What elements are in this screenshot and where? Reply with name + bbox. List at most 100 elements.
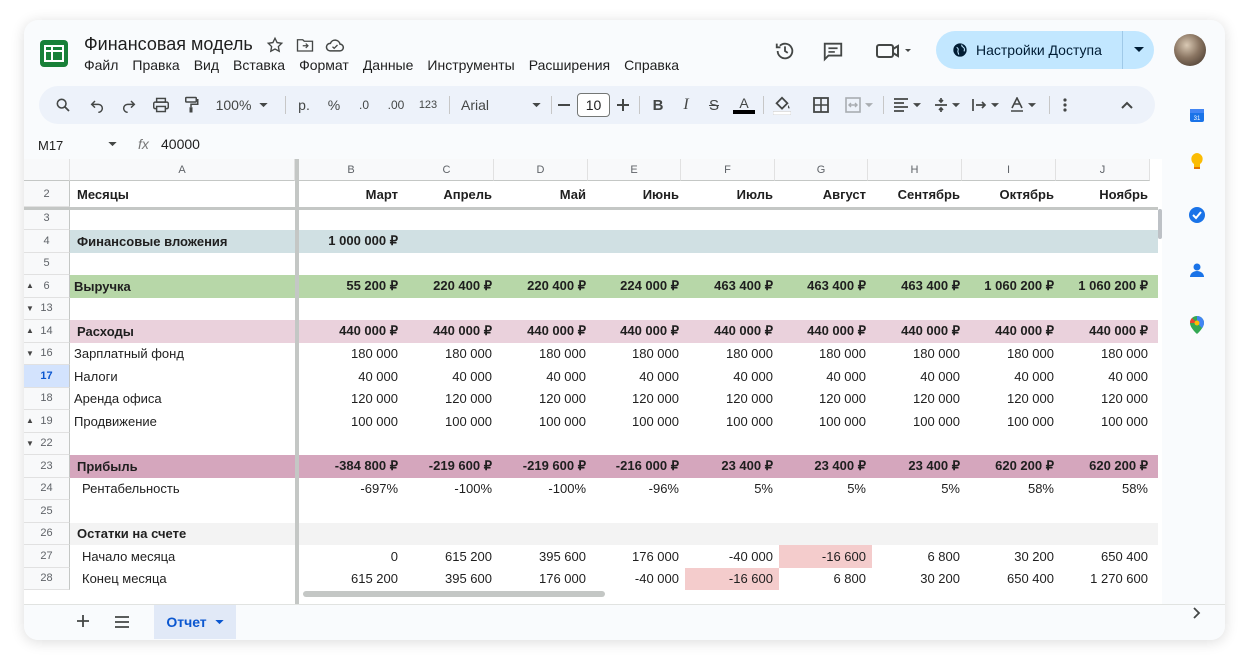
table-cell[interactable] bbox=[404, 230, 498, 253]
text-color-icon[interactable]: A bbox=[731, 86, 757, 124]
frozen-column-divider[interactable] bbox=[295, 159, 299, 604]
row-label[interactable] bbox=[70, 433, 295, 456]
keep-icon[interactable] bbox=[1187, 151, 1207, 171]
zoom-select[interactable]: 100% bbox=[211, 86, 273, 124]
all-sheets-icon[interactable] bbox=[114, 615, 130, 633]
table-cell[interactable]: 650 400 bbox=[966, 568, 1060, 591]
table-cell[interactable]: Ноябрь bbox=[1060, 181, 1154, 207]
table-cell[interactable]: 100 000 bbox=[303, 410, 404, 433]
menu-insert[interactable]: Вставка bbox=[233, 57, 285, 73]
table-cell[interactable]: 395 600 bbox=[498, 545, 592, 568]
name-box-dropdown-icon[interactable] bbox=[108, 142, 117, 147]
table-cell[interactable]: 40 000 bbox=[592, 365, 685, 388]
document-title[interactable]: Финансовая модель bbox=[84, 34, 253, 55]
row-label[interactable] bbox=[70, 500, 295, 523]
row-header-25[interactable]: 25 bbox=[24, 500, 70, 523]
column-header-g[interactable]: G bbox=[775, 159, 868, 181]
fill-color-icon[interactable] bbox=[769, 86, 795, 124]
table-cell[interactable]: 620 200 ₽ bbox=[1060, 455, 1154, 478]
row-label[interactable]: Остатки на счете bbox=[70, 523, 295, 546]
row-header-13[interactable]: 13 ▼ bbox=[24, 297, 70, 320]
table-cell[interactable]: 23 400 ₽ bbox=[779, 455, 872, 478]
text-wrap-icon[interactable] bbox=[967, 86, 1003, 124]
table-cell[interactable]: 40 000 bbox=[498, 365, 592, 388]
table-cell[interactable]: 440 000 ₽ bbox=[1060, 320, 1154, 343]
table-cell[interactable]: 0 bbox=[303, 545, 404, 568]
row-header-24[interactable]: 24 bbox=[24, 477, 70, 500]
table-cell[interactable] bbox=[592, 523, 685, 546]
horizontal-scrollbar[interactable] bbox=[303, 591, 605, 597]
table-cell[interactable]: 6 800 bbox=[779, 568, 872, 591]
select-all-corner[interactable] bbox=[24, 159, 70, 181]
table-cell[interactable] bbox=[592, 230, 685, 253]
row-header-27[interactable]: 27 bbox=[24, 545, 70, 568]
table-cell[interactable] bbox=[685, 230, 779, 253]
table-cell[interactable] bbox=[1060, 523, 1154, 546]
table-cell[interactable]: 615 200 bbox=[404, 545, 498, 568]
undo-icon[interactable] bbox=[85, 86, 109, 124]
menu-format[interactable]: Формат bbox=[299, 57, 349, 73]
table-cell[interactable]: -100% bbox=[404, 478, 498, 501]
row-label[interactable]: Прибыль bbox=[70, 455, 295, 478]
table-cell[interactable]: Март bbox=[303, 181, 404, 207]
percent-format-button[interactable]: % bbox=[324, 86, 344, 124]
table-cell[interactable] bbox=[498, 523, 592, 546]
table-cell[interactable]: 1 060 200 ₽ bbox=[1060, 275, 1154, 298]
table-cell[interactable]: 440 000 ₽ bbox=[404, 320, 498, 343]
share-dropdown-icon[interactable] bbox=[1123, 47, 1154, 53]
calendar-icon[interactable]: 31 bbox=[1187, 105, 1207, 125]
table-cell[interactable]: Октябрь bbox=[966, 181, 1060, 207]
group-expand-icon[interactable]: ▼ bbox=[26, 349, 34, 358]
table-cell[interactable]: 650 400 bbox=[1060, 545, 1154, 568]
table-cell[interactable]: -100% bbox=[498, 478, 592, 501]
table-cell[interactable]: 220 400 ₽ bbox=[404, 275, 498, 298]
table-cell[interactable] bbox=[685, 523, 779, 546]
more-formats-button[interactable]: 123 bbox=[415, 86, 441, 124]
row-header-2[interactable]: 2 bbox=[24, 181, 70, 207]
table-cell[interactable]: 180 000 bbox=[498, 343, 592, 366]
increase-decimal-button[interactable]: .00 bbox=[381, 86, 411, 124]
currency-format-button[interactable]: р. bbox=[294, 86, 314, 124]
table-cell[interactable] bbox=[404, 523, 498, 546]
group-collapse-icon[interactable]: ▲ bbox=[26, 416, 34, 425]
row-header-17[interactable]: 17 bbox=[24, 365, 70, 388]
borders-icon[interactable] bbox=[809, 86, 833, 124]
table-cell[interactable]: 440 000 ₽ bbox=[685, 320, 779, 343]
table-cell[interactable]: 440 000 ₽ bbox=[498, 320, 592, 343]
table-cell[interactable]: 120 000 bbox=[1060, 388, 1154, 411]
table-cell[interactable] bbox=[966, 523, 1060, 546]
tasks-icon[interactable] bbox=[1187, 205, 1207, 225]
table-cell[interactable]: 23 400 ₽ bbox=[685, 455, 779, 478]
table-cell[interactable] bbox=[872, 523, 966, 546]
table-cell[interactable]: -40 000 bbox=[685, 545, 779, 568]
column-header-d[interactable]: D bbox=[494, 159, 588, 181]
cloud-status-icon[interactable] bbox=[324, 35, 346, 55]
table-cell[interactable]: 120 000 bbox=[872, 388, 966, 411]
strikethrough-icon[interactable]: S bbox=[703, 86, 725, 124]
table-cell[interactable] bbox=[303, 523, 404, 546]
table-cell[interactable]: 180 000 bbox=[303, 343, 404, 366]
table-cell[interactable]: 55 200 ₽ bbox=[303, 275, 404, 298]
expand-side-panel-icon[interactable] bbox=[1187, 603, 1207, 623]
comments-icon[interactable] bbox=[820, 38, 846, 64]
row-label[interactable] bbox=[70, 208, 295, 231]
table-cell[interactable]: 463 400 ₽ bbox=[779, 275, 872, 298]
row-label[interactable]: Начало месяца bbox=[70, 545, 295, 568]
column-header-h[interactable]: H bbox=[868, 159, 962, 181]
table-cell[interactable]: 100 000 bbox=[592, 410, 685, 433]
font-family-select[interactable]: Arial bbox=[457, 86, 545, 124]
row-header-23[interactable]: 23 bbox=[24, 455, 70, 478]
table-cell[interactable]: Май bbox=[498, 181, 592, 207]
text-rotation-icon[interactable] bbox=[1005, 86, 1041, 124]
name-box[interactable]: M17 bbox=[38, 138, 63, 153]
row-header-18[interactable]: 18 bbox=[24, 387, 70, 410]
table-cell[interactable]: 180 000 bbox=[592, 343, 685, 366]
table-cell[interactable]: Апрель bbox=[404, 181, 498, 207]
row-label[interactable]: Месяцы bbox=[70, 181, 295, 207]
table-cell[interactable]: 100 000 bbox=[966, 410, 1060, 433]
row-label[interactable]: Конец месяца bbox=[70, 568, 295, 591]
table-cell[interactable]: 176 000 bbox=[498, 568, 592, 591]
table-cell[interactable]: -96% bbox=[592, 478, 685, 501]
print-icon[interactable] bbox=[149, 86, 173, 124]
column-header-f[interactable]: F bbox=[681, 159, 775, 181]
